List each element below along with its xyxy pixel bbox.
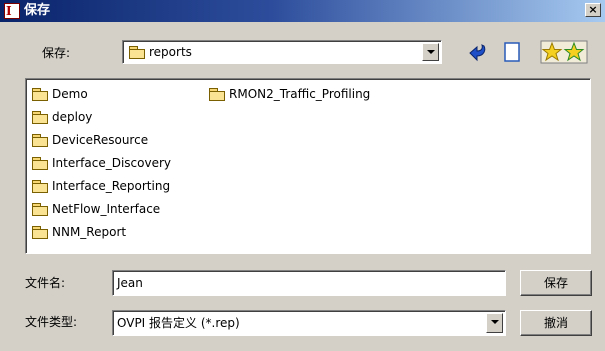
folder-icon	[129, 46, 145, 59]
title-bar[interactable]: I 保存 ×	[0, 0, 605, 22]
folder-icon	[32, 202, 48, 216]
app-icon-glyph: I	[6, 4, 12, 18]
filename-input[interactable]: Jean	[112, 270, 506, 296]
folder-icon	[209, 87, 225, 101]
file-list[interactable]: Demo deploy DeviceResource Interface_Discov…	[25, 78, 591, 254]
folder-icon	[32, 179, 48, 193]
back-button[interactable]	[467, 40, 491, 64]
folder-icon	[32, 156, 48, 170]
new-folder-button[interactable]	[500, 40, 524, 64]
new-document-icon	[504, 42, 520, 62]
list-item-label: RMON2_Traffic_Profiling	[229, 87, 371, 101]
list-item-label: Interface_Reporting	[52, 179, 171, 193]
filename-value: Jean	[117, 276, 143, 290]
location-label: 保存:	[42, 46, 71, 60]
filetype-combo[interactable]: OVPI 报告定义 (*.rep)	[112, 310, 506, 336]
list-item-label: Interface_Discovery	[52, 156, 172, 170]
location-combo[interactable]: reports	[122, 40, 442, 64]
folder-icon	[32, 133, 48, 147]
list-item[interactable]: NNM_Report	[32, 223, 126, 241]
list-item-label: NNM_Report	[52, 225, 127, 239]
window-title: 保存	[24, 3, 51, 18]
save-button-label: 保存	[543, 276, 568, 290]
cancel-button-label: 撤消	[543, 316, 568, 330]
cancel-button[interactable]: 撤消	[520, 310, 592, 336]
list-item[interactable]: NetFlow_Interface	[32, 200, 160, 218]
list-item-label: NetFlow_Interface	[52, 202, 161, 216]
close-icon: ×	[588, 3, 598, 16]
filetype-dropdown-arrow[interactable]	[486, 313, 503, 333]
back-arrow-icon	[469, 44, 486, 62]
close-button[interactable]: ×	[585, 3, 601, 17]
list-item[interactable]: RMON2_Traffic_Profiling	[209, 85, 370, 103]
list-item[interactable]: Demo	[32, 85, 88, 103]
filetype-value: OVPI 报告定义 (*.rep)	[117, 316, 240, 330]
list-item-label: DeviceResource	[52, 133, 149, 147]
folder-icon	[32, 110, 48, 124]
location-dropdown-arrow[interactable]	[422, 43, 439, 61]
list-item[interactable]: deploy	[32, 108, 92, 126]
list-item-label: Demo	[52, 87, 88, 101]
folder-icon	[32, 225, 48, 239]
folder-icon	[32, 87, 48, 101]
list-item-label: deploy	[52, 110, 93, 124]
list-item[interactable]: DeviceResource	[32, 131, 148, 149]
filetype-label: 文件类型:	[25, 315, 78, 329]
save-button[interactable]: 保存	[520, 270, 592, 296]
favorites-button[interactable]	[540, 40, 588, 64]
list-item[interactable]: Interface_Discovery	[32, 154, 171, 172]
app-icon: I	[4, 3, 20, 19]
filename-label: 文件名:	[25, 276, 66, 290]
favorites-icon	[540, 40, 588, 64]
location-value: reports	[149, 45, 192, 59]
list-item[interactable]: Interface_Reporting	[32, 177, 170, 195]
